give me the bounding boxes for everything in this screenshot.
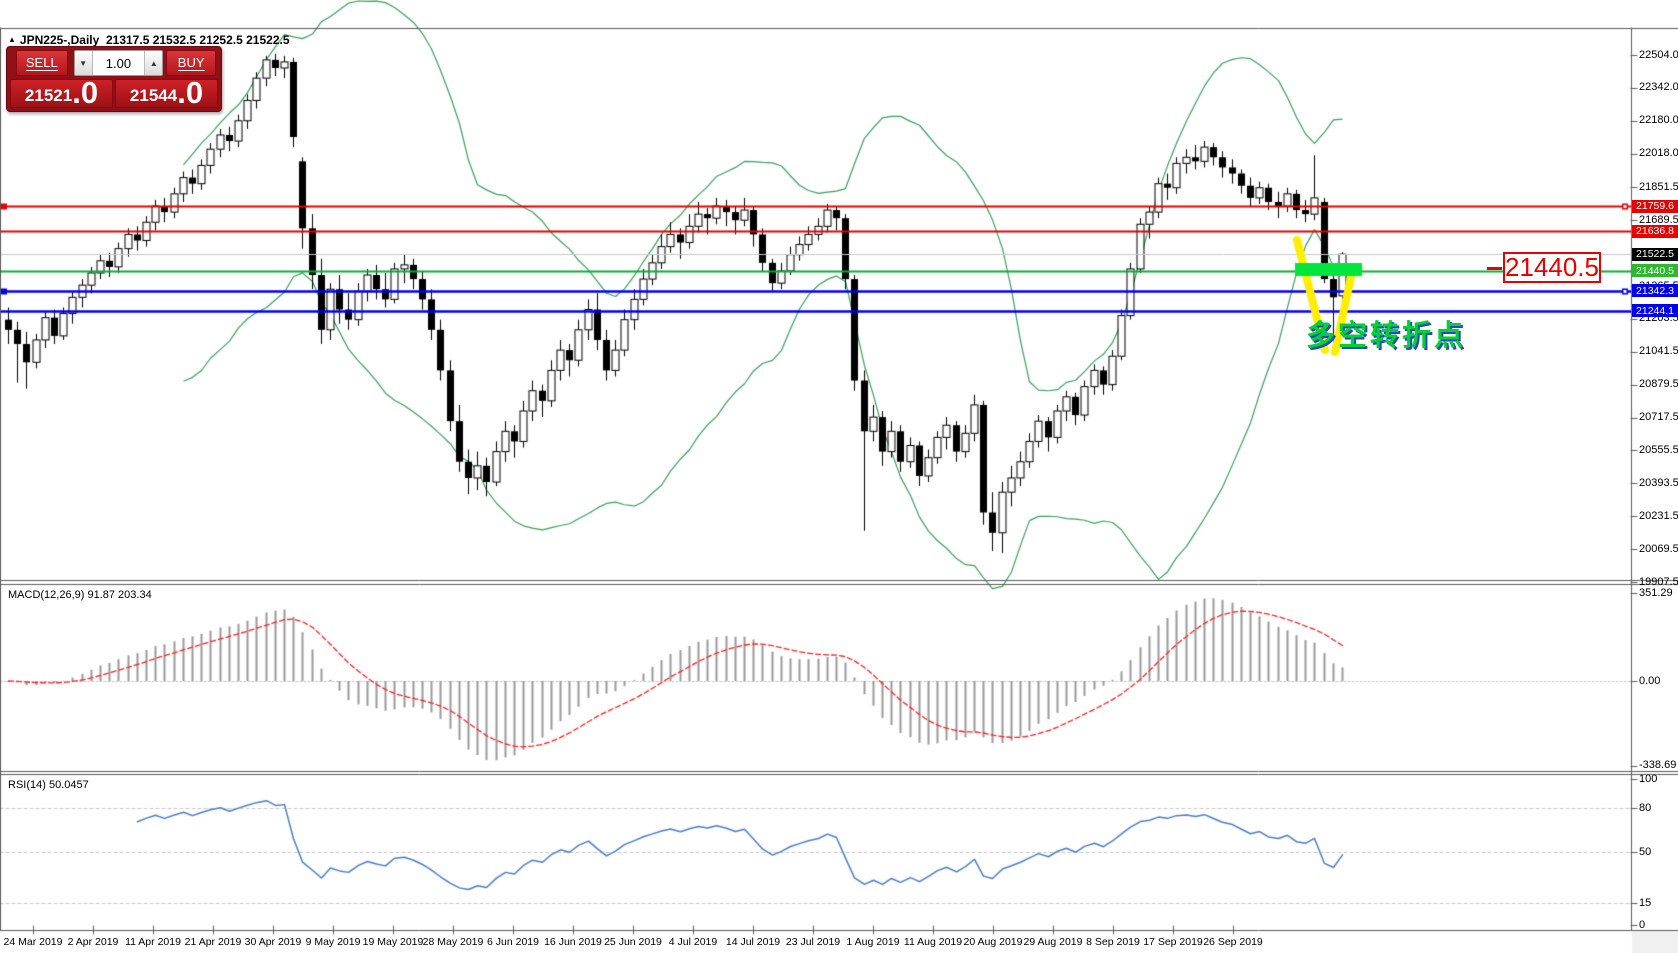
date-tick-label: 19 May 2019 bbox=[363, 936, 424, 948]
price-callout-box[interactable]: 21440.5 bbox=[1503, 252, 1601, 283]
date-tick-label: 25 Jun 2019 bbox=[604, 936, 662, 948]
price-tick-label: 22342.0 bbox=[1639, 81, 1678, 93]
chart-ohlc-values: 21317.5 21532.5 21252.5 21522.5 bbox=[106, 33, 290, 47]
volume-increase-button[interactable]: ▲ bbox=[144, 51, 162, 75]
volume-input[interactable]: 1.00 bbox=[93, 51, 145, 75]
rsi-tick-label: 50 bbox=[1639, 846, 1651, 858]
rsi-tick-label: 15 bbox=[1639, 897, 1651, 909]
trading-platform-window: 新订单 自动交易 bbox=[0, 0, 1678, 953]
rsi-tick-label: 0 bbox=[1639, 919, 1645, 931]
price-line-label: 21522.5 bbox=[1632, 248, 1678, 261]
date-tick-label: 21 Apr 2019 bbox=[185, 936, 242, 948]
price-line-label: 21759.6 bbox=[1632, 200, 1678, 213]
price-tick-label: 22018.0 bbox=[1639, 147, 1678, 159]
volume-stepper: ▼ 1.00 ▲ bbox=[74, 50, 164, 76]
volume-decrease-button[interactable]: ▼ bbox=[75, 51, 93, 75]
price-tick-label: 21851.5 bbox=[1639, 181, 1678, 193]
date-tick-label: 11 Apr 2019 bbox=[125, 936, 181, 948]
price-tick-label: 20231.5 bbox=[1639, 510, 1678, 522]
date-tick-label: 30 Apr 2019 bbox=[245, 936, 302, 948]
price-line-label: 21244.1 bbox=[1632, 304, 1678, 317]
buy-button-label: BUY bbox=[178, 56, 205, 71]
one-click-trading-panel: SELL ▼ 1.00 ▲ BUY 21521.0 21544.0 bbox=[6, 46, 222, 112]
date-tick-label: 9 May 2019 bbox=[306, 936, 361, 948]
buy-price-main: 21544 bbox=[130, 86, 177, 106]
sell-price-box[interactable]: 21521.0 bbox=[10, 79, 113, 108]
date-tick-label: 11 Aug 2019 bbox=[904, 936, 962, 948]
date-tick-label: 20 Aug 2019 bbox=[964, 936, 1023, 948]
date-tick-label: 26 Sep 2019 bbox=[1203, 936, 1263, 948]
price-tick-label: 20393.5 bbox=[1639, 477, 1678, 489]
date-tick-label: 8 Sep 2019 bbox=[1086, 936, 1140, 948]
trade-panel-price-row: 21521.0 21544.0 bbox=[10, 79, 218, 108]
price-line-label: 21636.8 bbox=[1632, 225, 1678, 238]
macd-tick-label: -338.69 bbox=[1639, 759, 1676, 771]
price-tick-label: 20717.5 bbox=[1639, 411, 1678, 423]
sell-button-label: SELL bbox=[26, 56, 58, 71]
macd-tick-label: 0.00 bbox=[1639, 675, 1660, 687]
collapse-triangle-icon: ▲ bbox=[8, 35, 16, 44]
date-tick-label: 24 Mar 2019 bbox=[4, 936, 63, 948]
macd-tick-label: 351.29 bbox=[1639, 587, 1673, 599]
chart-title: ▲ JPN225-,Daily 21317.5 21532.5 21252.5 2… bbox=[8, 33, 290, 47]
date-tick-label: 1 Aug 2019 bbox=[846, 936, 899, 948]
buy-price-box[interactable]: 21544.0 bbox=[115, 79, 218, 108]
step-up-icon: ▲ bbox=[150, 59, 158, 68]
buy-price-fraction: .0 bbox=[177, 80, 203, 106]
date-tick-label: 4 Jul 2019 bbox=[669, 936, 717, 948]
date-tick-label: 17 Sep 2019 bbox=[1143, 936, 1203, 948]
step-down-icon: ▼ bbox=[79, 59, 87, 68]
sell-price-main: 21521 bbox=[25, 86, 72, 106]
price-tick-label: 20555.5 bbox=[1639, 444, 1678, 456]
turning-point-annotation[interactable]: 多空转折点 bbox=[1306, 312, 1466, 354]
buy-button[interactable]: BUY bbox=[166, 50, 216, 76]
date-tick-label: 6 Jun 2019 bbox=[487, 936, 539, 948]
price-tick-label: 22180.0 bbox=[1639, 114, 1678, 126]
date-tick-label: 28 May 2019 bbox=[423, 936, 484, 948]
date-tick-label: 14 Jul 2019 bbox=[726, 936, 780, 948]
price-tick-label: 20879.5 bbox=[1639, 378, 1678, 390]
price-tick-label: 21041.5 bbox=[1639, 345, 1678, 357]
callout-leader-dash bbox=[1487, 267, 1502, 270]
chart-symbol-period: JPN225-,Daily bbox=[20, 33, 99, 47]
price-line-label: 21440.5 bbox=[1632, 264, 1678, 277]
rsi-indicator-label: RSI(14) 50.0457 bbox=[8, 779, 89, 791]
rsi-tick-label: 80 bbox=[1639, 802, 1651, 814]
date-tick-label: 16 Jun 2019 bbox=[544, 936, 602, 948]
price-line-label: 21342.3 bbox=[1632, 284, 1678, 297]
rsi-tick-label: 100 bbox=[1639, 773, 1657, 785]
sell-price-fraction: .0 bbox=[72, 80, 98, 106]
trade-panel-top-row: SELL ▼ 1.00 ▲ BUY bbox=[10, 50, 218, 76]
price-tick-label: 20069.5 bbox=[1639, 543, 1678, 555]
date-tick-label: 29 Aug 2019 bbox=[1024, 936, 1083, 948]
date-tick-label: 23 Jul 2019 bbox=[786, 936, 840, 948]
chart-area[interactable] bbox=[0, 0, 1678, 953]
macd-indicator-label: MACD(12,26,9) 91.87 203.34 bbox=[8, 589, 152, 601]
price-tick-label: 22504.0 bbox=[1639, 49, 1678, 61]
sell-button[interactable]: SELL bbox=[16, 50, 68, 76]
date-tick-label: 2 Apr 2019 bbox=[68, 936, 119, 948]
